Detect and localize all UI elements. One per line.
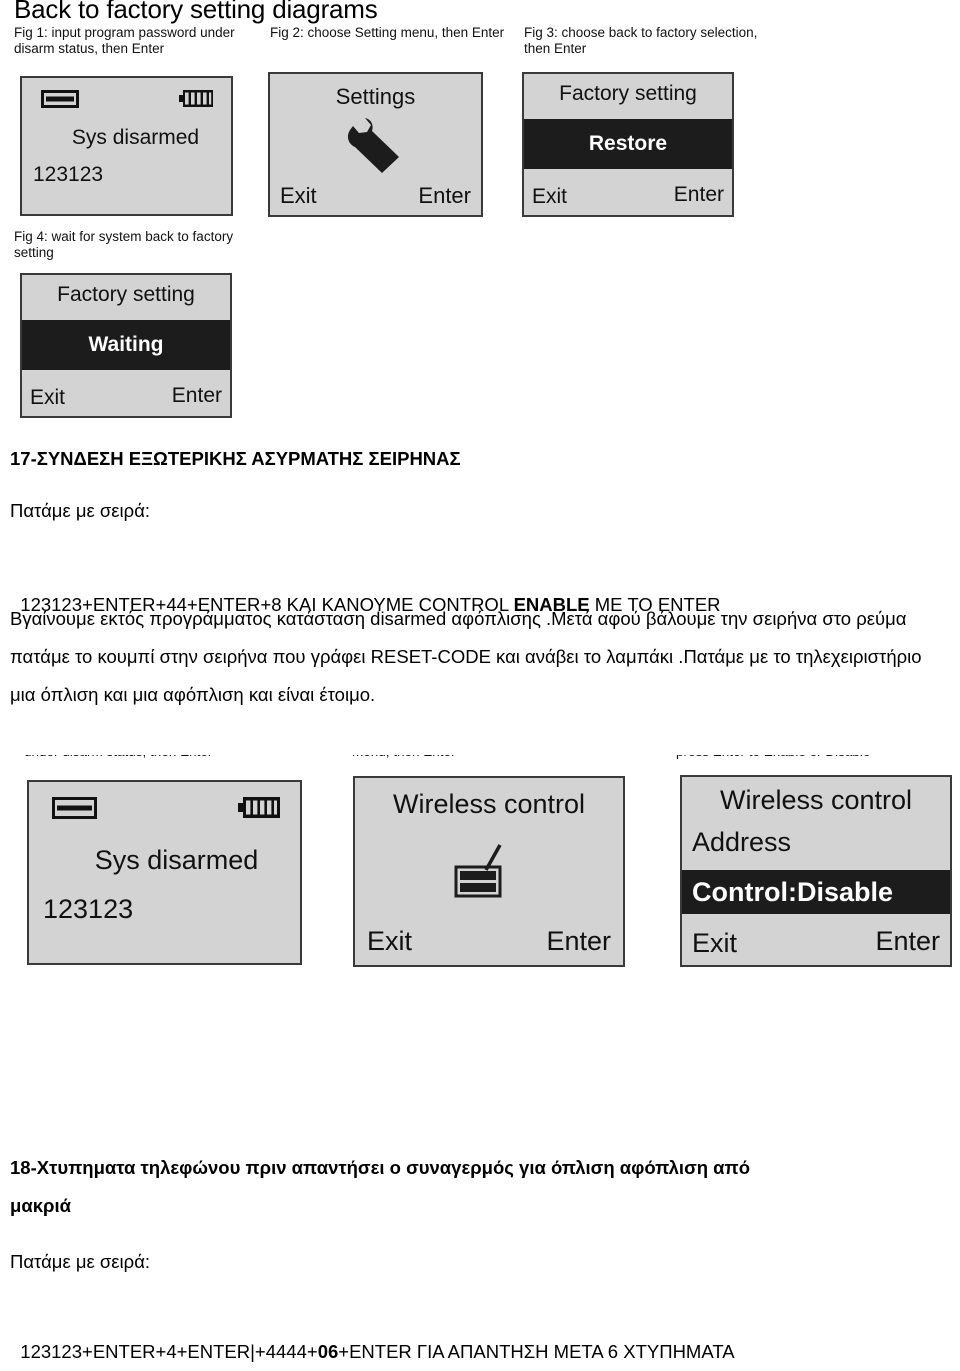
- fig-1-caption: Fig 1: input program password under disa…: [14, 25, 235, 56]
- lcd-selected-row-label: Control:Disable: [692, 876, 894, 907]
- lcd-screen-wireless-control-icon: Wireless control Exit Enter: [353, 776, 625, 967]
- section-18-press-in-order: Πατάμε με σειρά:: [10, 1251, 151, 1272]
- clipped-caption-3: press Enter to Enable or Disable: [676, 755, 870, 760]
- wrench-icon: [344, 116, 408, 178]
- lcd-status-text: Sys disarmed: [94, 845, 259, 875]
- lcd-selected-row-label: Waiting: [88, 333, 164, 356]
- lcd-enter-label: Enter: [875, 926, 940, 956]
- wireless-control-diagram-block: under disarm status, then Enter menu, th…: [0, 745, 960, 995]
- signal-icon: [41, 90, 79, 108]
- lcd-screen-factory-waiting: Factory setting Waiting Exit Enter: [20, 273, 232, 418]
- lcd-code-text: 123123: [43, 894, 134, 924]
- section-18-sequence-suffix: +ENTER ΓΙΑ ΑΠΑΝΤΗΣΗ ΜΕΤΑ 6 ΧΤΥΠΗΜΑΤΑ: [338, 1341, 735, 1362]
- factory-reset-diagram-block: Back to factory setting diagrams Fig 1: …: [0, 0, 960, 430]
- signal-icon: [52, 797, 97, 819]
- section-17-heading: 17-ΣΥΝΔΕΣΗ ΕΞΩΤΕΡΙΚΗΣ ΑΣΥΡΜΑΤΗΣ ΣΕΙΡΗΝΑΣ: [10, 448, 461, 469]
- lcd-enter-label: Enter: [546, 926, 611, 956]
- clipped-caption-1-wrap: under disarm status, then Enter: [24, 755, 324, 765]
- lcd-enter-label: Enter: [673, 183, 724, 206]
- section-18-sequence-bold: 06: [317, 1341, 339, 1362]
- section-17-body: Βγαίνουμε εκτός προγράμματος κατάσταση d…: [10, 608, 927, 705]
- lcd-selected-row[interactable]: Control:Disable: [682, 870, 950, 914]
- battery-icon: [238, 796, 282, 819]
- lcd-screen-sys-disarmed-1: Sys disarmed 123123: [20, 76, 233, 216]
- lcd-screen-wireless-control-list: Wireless control Address Control:Disable…: [680, 775, 952, 967]
- radio-icon: [452, 843, 510, 899]
- section-18-sequence: 123123+ENTER+4+ENTER|+4444+06+ENTER ΓΙΑ …: [10, 1295, 950, 1371]
- battery-icon: [179, 89, 215, 108]
- lcd-enter-label: Enter: [171, 384, 222, 407]
- lcd-title-wireless-control: Wireless control: [392, 789, 586, 819]
- lcd-enter-label: Enter: [418, 183, 471, 208]
- lcd-exit-label: Exit: [30, 386, 66, 409]
- fig-4-caption: Fig 4: wait for system back to factory s…: [14, 229, 234, 260]
- lcd-screen-settings: Settings Exit Enter: [268, 72, 483, 217]
- lcd-title-settings: Settings: [335, 84, 416, 109]
- section-18-heading-line2: μακριά: [10, 1195, 71, 1216]
- section-17-press-in-order: Πατάμε με σειρά:: [10, 500, 151, 521]
- lcd-code-text: 123123: [33, 163, 104, 186]
- page-title: Back to factory setting diagrams: [14, 0, 378, 24]
- lcd-selected-row-label: Restore: [588, 132, 668, 155]
- lcd-title-factory-setting: Factory setting: [57, 283, 195, 306]
- clipped-caption-2-wrap: menu, then Enter: [352, 755, 652, 765]
- lcd-exit-label: Exit: [532, 185, 568, 208]
- fig-2-caption: Fig 2: choose Setting menu, then Enter: [270, 25, 505, 40]
- section-18-sequence-prefix: 123123+ENTER+4+ENTER|+4444+: [20, 1341, 318, 1362]
- lcd-selected-row[interactable]: Waiting: [22, 320, 230, 370]
- lcd-title-factory-setting: Factory setting: [559, 82, 697, 105]
- lcd-title-wireless-control: Wireless control: [719, 785, 913, 815]
- lcd-exit-label: Exit: [280, 183, 317, 208]
- fig-3-caption: Fig 3: choose back to factory selection,…: [524, 25, 758, 56]
- lcd-exit-label: Exit: [367, 926, 413, 956]
- clipped-caption-3-wrap: press Enter to Enable or Disable: [676, 755, 960, 765]
- clipped-caption-1: under disarm status, then Enter: [24, 755, 212, 760]
- lcd-item-address[interactable]: Address: [692, 827, 791, 858]
- lcd-screen-factory-restore: Factory setting Restore Exit Enter: [522, 72, 734, 217]
- clipped-caption-2: menu, then Enter: [352, 755, 456, 760]
- lcd-status-text: Sys disarmed: [71, 126, 200, 149]
- lcd-screen-sys-disarmed-2: Sys disarmed 123123: [27, 780, 302, 965]
- section-18-heading-line1: 18-Χτυπηματα τηλεφώνου πριν απαντήσει ο …: [10, 1157, 751, 1178]
- lcd-selected-row[interactable]: Restore: [524, 119, 732, 169]
- lcd-exit-label: Exit: [692, 928, 738, 958]
